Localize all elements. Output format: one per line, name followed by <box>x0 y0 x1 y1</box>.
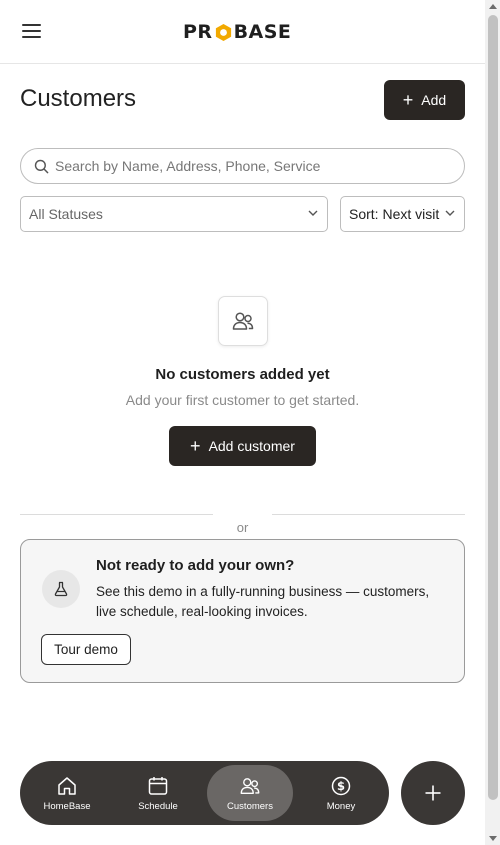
hamburger-menu-icon[interactable] <box>22 22 42 40</box>
plus-icon: + <box>402 90 414 110</box>
nav-item-money[interactable]: $ Money <box>298 765 384 821</box>
nav-label-customers: Customers <box>227 800 273 812</box>
divider-left <box>20 514 213 515</box>
demo-card-title: Not ready to add your own? <box>96 557 295 574</box>
add-button-label: Add <box>421 92 447 108</box>
svg-text:$: $ <box>337 779 345 793</box>
tour-demo-button[interactable]: Tour demo <box>41 634 131 665</box>
empty-state-subtitle: Add your first customer to get started. <box>125 392 360 408</box>
scrollbar[interactable] <box>485 0 500 845</box>
sort-value: Sort: Next visit <box>349 206 440 222</box>
nav-item-homebase[interactable]: HomeBase <box>24 765 110 821</box>
logo-text-right: BASE <box>233 21 292 43</box>
logo-hexagon-icon <box>215 23 231 41</box>
nav-item-customers[interactable]: Customers <box>207 765 293 821</box>
plus-icon: + <box>190 436 201 456</box>
search-box[interactable] <box>20 148 465 184</box>
users-icon <box>218 296 268 346</box>
status-filter-value: All Statuses <box>29 206 103 222</box>
add-button[interactable]: + Add <box>384 80 465 120</box>
scroll-down-arrow-icon[interactable] <box>489 836 497 841</box>
add-customer-label: Add customer <box>208 438 295 454</box>
home-icon <box>58 776 76 795</box>
add-customer-button[interactable]: + Add customer <box>169 426 316 466</box>
divider-right <box>272 514 465 515</box>
probase-logo[interactable]: PR BASE <box>183 21 291 43</box>
plus-icon <box>425 785 441 801</box>
dollar-icon: $ <box>331 776 351 795</box>
demo-card: Not ready to add your own? See this demo… <box>20 539 465 683</box>
scrollbar-thumb[interactable] <box>488 15 498 800</box>
page-title: Customers <box>20 85 137 112</box>
nav-item-schedule[interactable]: Schedule <box>115 765 201 821</box>
top-bar: PR BASE <box>0 0 485 64</box>
calendar-icon <box>148 776 168 795</box>
users-icon <box>240 777 260 794</box>
scroll-up-arrow-icon[interactable] <box>489 4 497 9</box>
demo-card-body: See this demo in a fully-running busines… <box>96 584 430 619</box>
bottom-nav: HomeBase Schedule Customers $ Money <box>20 761 389 825</box>
chevron-down-icon <box>445 210 455 216</box>
search-input[interactable] <box>55 158 435 174</box>
search-icon <box>34 159 49 173</box>
nav-label-schedule: Schedule <box>138 800 178 812</box>
empty-state-title: No customers added yet <box>155 366 330 383</box>
nav-label-money: Money <box>326 800 356 812</box>
floating-add-button[interactable] <box>401 761 465 825</box>
status-filter-select[interactable]: All Statuses <box>20 196 328 232</box>
nav-label-homebase: HomeBase <box>43 800 91 812</box>
logo-text-left: PR <box>183 21 213 43</box>
sort-select[interactable]: Sort: Next visit <box>340 196 465 232</box>
flask-icon <box>42 570 80 608</box>
divider-or-label: or <box>236 520 249 535</box>
chevron-down-icon <box>308 210 318 216</box>
